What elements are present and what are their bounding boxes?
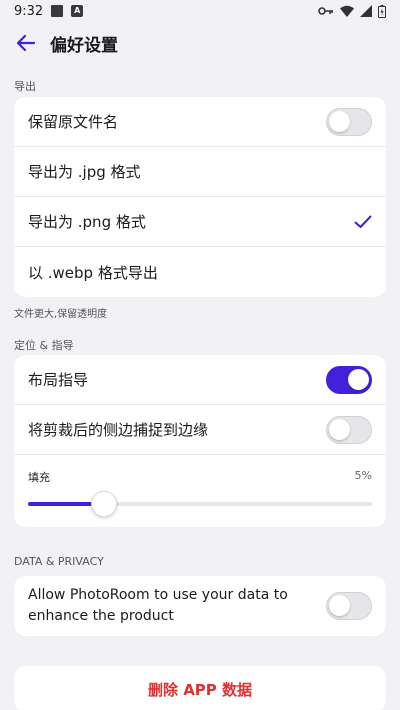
snap-edges-row[interactable]: 将剪裁后的侧边捕捉到边缘 [14, 405, 386, 455]
toggle-knob [329, 418, 350, 440]
keep-filename-toggle[interactable] [326, 107, 372, 136]
keep-filename-row[interactable]: 保留原文件名 [14, 97, 386, 147]
export-webp-label: 以 .webp 格式导出 [28, 263, 158, 282]
padding-label: 填充 [28, 471, 50, 484]
app-notification-icon: A [71, 5, 84, 17]
layout-guide-label: 布局指导 [28, 371, 89, 389]
privacy-card: Allow PhotoRoom to use your data to enha… [14, 576, 386, 636]
guides-card: 布局指导 将剪裁后的侧边捕捉到边缘 填充 5% [14, 355, 386, 527]
padding-slider-head: 填充 5% [28, 469, 372, 485]
section-label-privacy: DATA & PRIVACY [14, 555, 104, 568]
snap-edges-toggle[interactable] [326, 415, 372, 444]
status-time: 9:32 [14, 3, 44, 19]
export-png-label: 导出为 .png 格式 [28, 213, 146, 231]
data-sharing-row[interactable]: Allow PhotoRoom to use your data to enha… [14, 576, 386, 636]
data-sharing-toggle[interactable] [326, 592, 372, 620]
section-label-guides: 定位 & 指导 [14, 339, 74, 352]
page-title: 偏好设置 [50, 35, 118, 56]
export-png-row[interactable]: 导出为 .png 格式 [14, 197, 386, 247]
export-card: 保留原文件名 导出为 .jpg 格式 导出为 .png 格式 以 .webp 格… [14, 97, 386, 297]
padding-slider-row: 填充 5% [14, 455, 386, 527]
battery-icon [378, 4, 386, 18]
data-sharing-label-line1: Allow PhotoRoom to use your data to [28, 587, 288, 603]
export-jpg-row[interactable]: 导出为 .jpg 格式 [14, 147, 386, 197]
padding-value: 5% [354, 469, 372, 482]
check-icon [354, 215, 372, 228]
keep-filename-label: 保留原文件名 [28, 113, 119, 131]
toggle-knob [329, 110, 350, 132]
snap-edges-label: 将剪裁后的侧边捕捉到边缘 [28, 421, 209, 439]
padding-slider-track[interactable] [28, 491, 372, 517]
layout-guide-toggle[interactable] [326, 365, 372, 394]
delete-app-data-label: 删除 APP 数据 [147, 680, 253, 699]
export-webp-row[interactable]: 以 .webp 格式导出 [14, 247, 386, 297]
delete-app-data-button[interactable]: 删除 APP 数据 [14, 666, 386, 710]
status-bar: 9:32 A [0, 0, 400, 22]
wifi-icon [340, 5, 354, 17]
notification-icon [51, 5, 64, 17]
toggle-knob [329, 595, 350, 616]
app-bar: 偏好设置 [0, 22, 400, 64]
arrow-back-icon [17, 35, 35, 51]
toggle-knob [348, 368, 369, 390]
back-button[interactable] [12, 29, 40, 57]
data-sharing-label-line2: enhance the product [28, 608, 174, 624]
section-label-export: 导出 [14, 80, 36, 93]
status-left: 9:32 A [14, 3, 84, 19]
vpn-key-icon [318, 7, 333, 15]
padding-slider-thumb[interactable] [91, 491, 117, 517]
layout-guide-row[interactable]: 布局指导 [14, 355, 386, 405]
signal-icon [360, 5, 372, 17]
export-jpg-label: 导出为 .jpg 格式 [28, 163, 141, 181]
export-footnote: 文件更大,保留透明度 [14, 309, 108, 320]
data-sharing-label: Allow PhotoRoom to use your data to enha… [28, 585, 288, 627]
status-right [318, 4, 386, 18]
